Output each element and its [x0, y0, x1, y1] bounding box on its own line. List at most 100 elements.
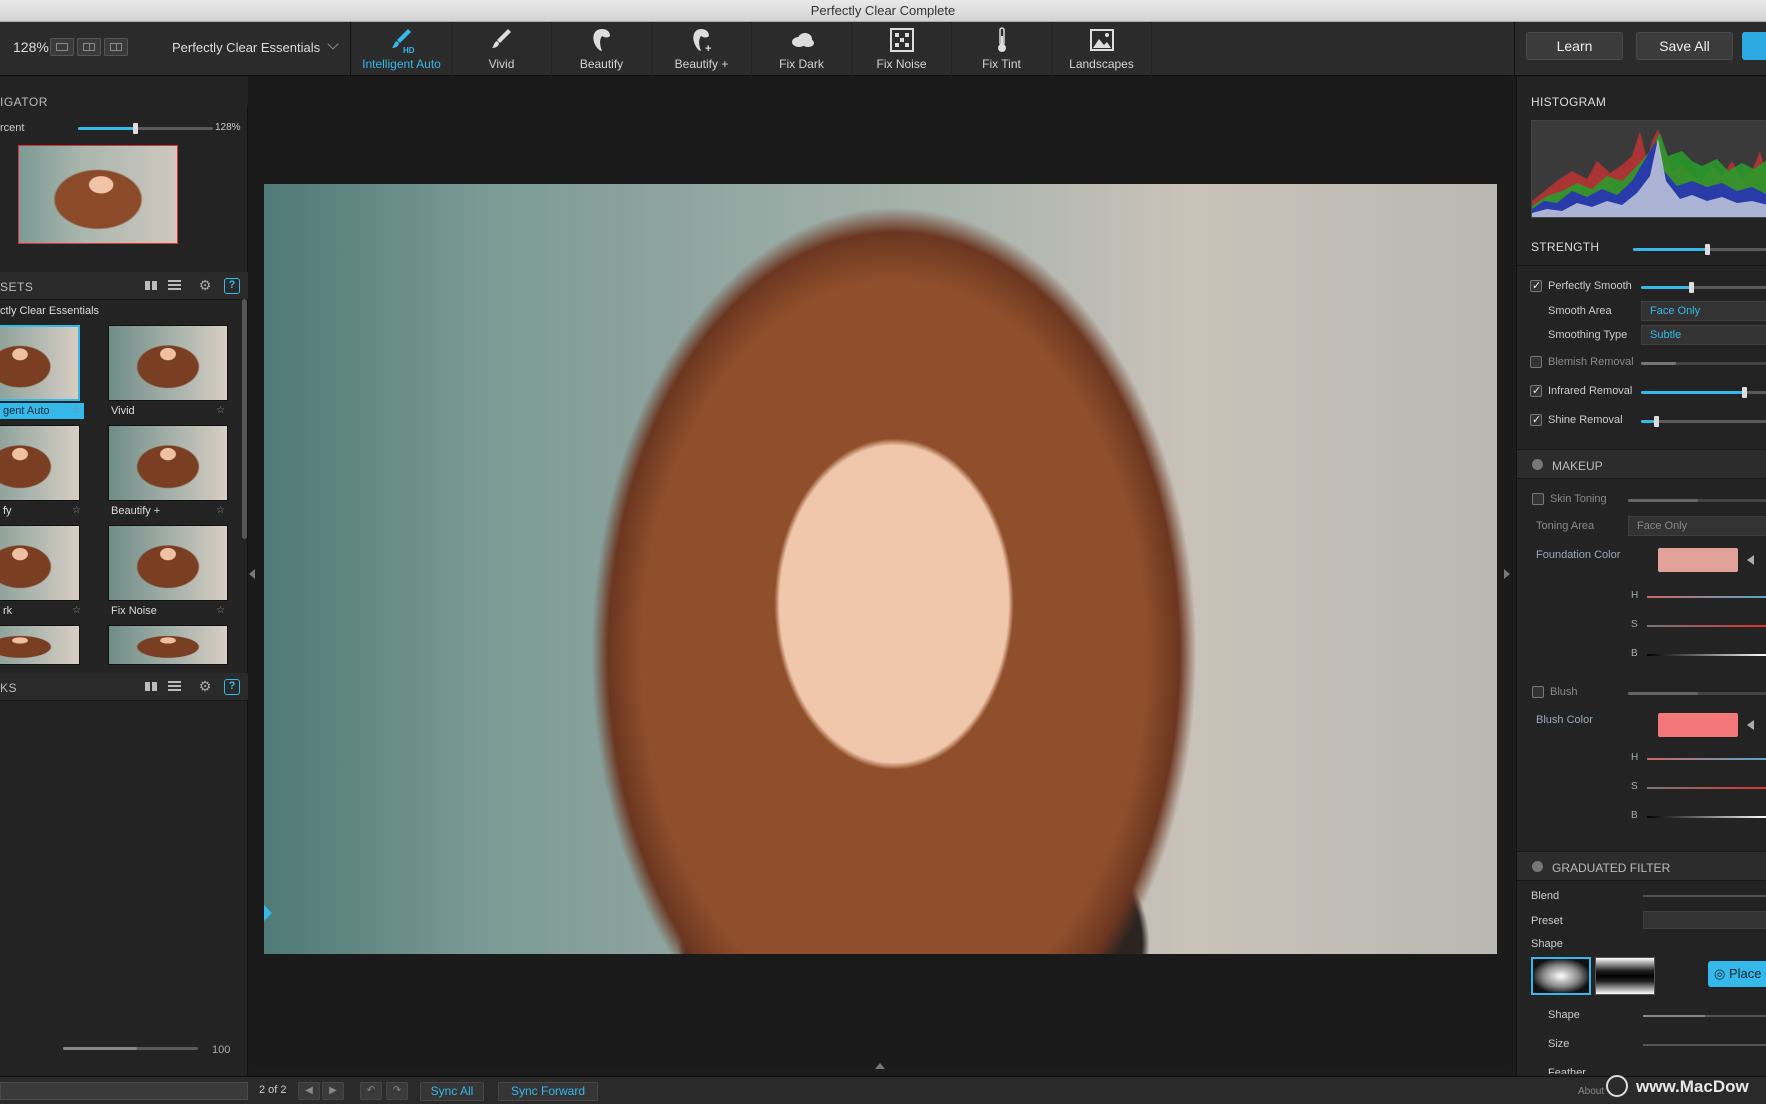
blush-color-swatch[interactable]	[1658, 713, 1738, 737]
filename-dropdown[interactable]	[0, 1082, 248, 1100]
looks-strength-slider[interactable]	[63, 1047, 198, 1050]
preset-label[interactable]: Beautify +	[108, 503, 228, 519]
preset-thumbnail[interactable]	[108, 425, 228, 501]
foundation-color-swatch[interactable]	[1658, 548, 1738, 572]
place-center-button[interactable]: ◎ Place C	[1708, 961, 1766, 987]
collapse-left-arrow-icon[interactable]	[249, 569, 255, 579]
tool-landscapes[interactable]: Landscapes	[1052, 22, 1152, 76]
sync-forward-button[interactable]: Sync Forward	[498, 1082, 598, 1101]
perfectly-smooth-checkbox[interactable]	[1530, 279, 1542, 292]
blush-slider[interactable]	[1628, 692, 1766, 695]
blush-checkbox[interactable]	[1532, 686, 1544, 698]
skin-toning-slider[interactable]	[1628, 499, 1766, 502]
infrared-removal-slider[interactable]	[1641, 387, 1766, 398]
presets-title: SETS	[0, 280, 34, 294]
previous-image-button[interactable]: ◀	[298, 1082, 320, 1100]
blush-label: Blush	[1550, 686, 1578, 698]
smooth-area-dropdown[interactable]: Face Only	[1641, 301, 1766, 321]
blush-expand-icon[interactable]	[1747, 720, 1754, 730]
preset-thumbnail[interactable]	[108, 525, 228, 601]
foundation-saturation-slider[interactable]	[1647, 625, 1766, 627]
foundation-hue-slider[interactable]	[1647, 596, 1766, 598]
foundation-brightness-slider[interactable]	[1647, 654, 1766, 656]
preset-label[interactable]: Fix Noise	[108, 603, 228, 619]
grid-view-icon[interactable]	[143, 679, 159, 693]
navigator-thumbnail[interactable]	[18, 145, 178, 244]
preset-thumbnail[interactable]	[108, 325, 228, 401]
size-slider[interactable]	[1643, 1044, 1766, 1046]
navigator-zoom-slider[interactable]	[78, 123, 213, 134]
shape-slider[interactable]	[1643, 1015, 1766, 1017]
smoothing-type-dropdown[interactable]: Subtle	[1641, 325, 1766, 345]
tool-vivid[interactable]: Vivid	[452, 22, 552, 76]
tool-intelligent-auto[interactable]: HD Intelligent Auto	[352, 22, 452, 76]
toning-area-label: Toning Area	[1536, 520, 1595, 532]
tool-fix-noise[interactable]: Fix Noise	[852, 22, 952, 76]
strength-slider[interactable]	[1633, 244, 1766, 255]
shine-removal-checkbox[interactable]	[1530, 413, 1542, 426]
next-image-button[interactable]: ▶	[322, 1082, 344, 1100]
foundation-expand-icon[interactable]	[1747, 555, 1754, 565]
perfectly-smooth-slider[interactable]	[1641, 282, 1766, 293]
split-view-button[interactable]	[104, 38, 128, 56]
blemish-removal-slider[interactable]	[1641, 362, 1766, 365]
list-view-icon[interactable]	[167, 679, 183, 693]
skin-toning-checkbox[interactable]	[1532, 493, 1544, 505]
side-by-side-view-button[interactable]	[77, 38, 101, 56]
shine-removal-slider[interactable]	[1641, 416, 1766, 427]
graduated-preset-dropdown[interactable]	[1643, 911, 1766, 929]
compare-marker-icon[interactable]	[264, 905, 272, 921]
toning-area-dropdown[interactable]: Face Only	[1628, 516, 1766, 536]
graduated-filter-toggle-icon[interactable]	[1532, 861, 1543, 872]
tool-label: Fix Noise	[876, 57, 927, 71]
blemish-removal-checkbox[interactable]	[1530, 356, 1542, 368]
favorite-star-icon[interactable]: ☆	[72, 405, 81, 416]
save-all-button[interactable]: Save All	[1636, 32, 1733, 60]
favorite-star-icon[interactable]: ☆	[72, 605, 81, 616]
blush-hue-slider[interactable]	[1647, 758, 1766, 760]
preset-thumbnail[interactable]	[0, 525, 80, 601]
help-icon[interactable]: ?	[224, 679, 240, 695]
undo-button[interactable]: ↶	[360, 1082, 382, 1100]
blend-slider[interactable]	[1643, 895, 1766, 897]
preset-thumbnail[interactable]	[0, 325, 80, 401]
help-icon[interactable]: ?	[224, 278, 240, 294]
favorite-star-icon[interactable]: ☆	[216, 605, 225, 616]
list-view-icon[interactable]	[167, 278, 183, 292]
sync-all-button[interactable]: Sync All	[420, 1082, 484, 1101]
gear-icon[interactable]: ⚙	[197, 679, 213, 693]
makeup-toggle-icon[interactable]	[1532, 459, 1543, 470]
collapse-right-arrow-icon[interactable]	[1504, 569, 1510, 579]
learn-button[interactable]: Learn	[1526, 32, 1623, 60]
tool-fix-tint[interactable]: Fix Tint	[952, 22, 1052, 76]
presets-scrollbar[interactable]	[242, 299, 247, 539]
about-link[interactable]: About	[1578, 1086, 1604, 1097]
linear-shape-button[interactable]	[1595, 957, 1655, 995]
radial-shape-button[interactable]	[1531, 957, 1591, 995]
makeup-section-header[interactable]: MAKEUP	[1517, 449, 1766, 479]
favorite-star-icon[interactable]: ☆	[216, 505, 225, 516]
preset-thumbnail[interactable]	[0, 425, 80, 501]
grid-view-icon[interactable]	[143, 278, 159, 292]
preset-group-select[interactable]: Perfectly Clear Essentials	[172, 40, 320, 55]
collapse-bottom-arrow-icon[interactable]	[875, 1063, 885, 1069]
favorite-star-icon[interactable]: ☆	[72, 505, 81, 516]
chevron-down-icon[interactable]	[327, 38, 341, 52]
gear-icon[interactable]: ⚙	[197, 278, 213, 292]
save-button[interactable]	[1742, 32, 1766, 60]
blush-saturation-slider[interactable]	[1647, 787, 1766, 789]
infrared-removal-checkbox[interactable]	[1530, 384, 1542, 397]
favorite-star-icon[interactable]: ☆	[216, 405, 225, 416]
preset-label[interactable]: Vivid	[108, 403, 228, 419]
tool-beautify[interactable]: + Beautify +	[652, 22, 752, 76]
portrait-photo[interactable]	[264, 184, 1497, 954]
redo-button[interactable]: ↷	[386, 1082, 408, 1100]
graduated-filter-section-header[interactable]: GRADUATED FILTER	[1517, 851, 1766, 881]
tool-beautify[interactable]: Beautify	[552, 22, 652, 76]
preset-thumbnail[interactable]	[108, 625, 228, 665]
landscape-icon	[1088, 26, 1116, 54]
blush-brightness-slider[interactable]	[1647, 816, 1766, 818]
single-view-button[interactable]	[50, 38, 74, 56]
tool-fix-dark[interactable]: Fix Dark	[752, 22, 852, 76]
preset-thumbnail[interactable]	[0, 625, 80, 665]
